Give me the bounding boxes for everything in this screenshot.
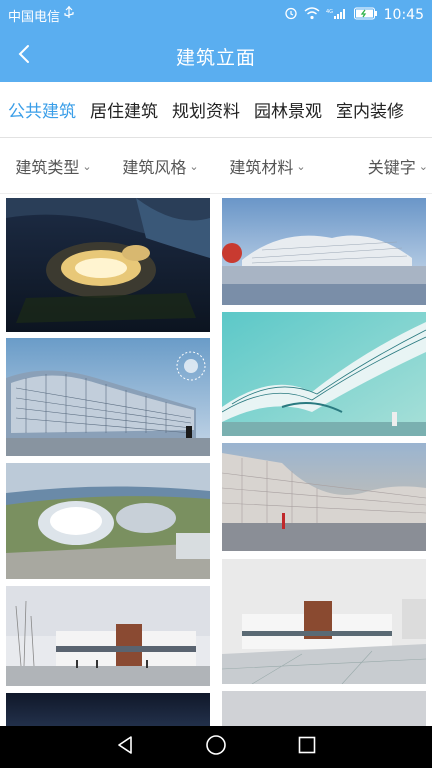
teal-wave-canopy-image[interactable] <box>222 312 426 436</box>
nav-home-button[interactable] <box>196 727 236 767</box>
alarm-icon <box>284 6 298 24</box>
nav-back-button[interactable] <box>105 727 145 767</box>
tab-residential-buildings[interactable]: 居住建筑 <box>82 82 164 137</box>
riverside-complex-aerial-image[interactable] <box>6 463 210 579</box>
chevron-down-icon: ⌄ <box>296 160 306 173</box>
back-arrow-icon <box>17 44 31 68</box>
night-sky-partial-image[interactable] <box>6 693 210 726</box>
grey-sky-partial-image[interactable] <box>222 691 426 726</box>
fireworks-shell-pavilion-image[interactable] <box>6 338 210 456</box>
filter-bar: 建筑类型 ⌄ 建筑风格 ⌄ 建筑材料 ⌄ 关键字 ⌄ <box>0 138 432 194</box>
clock-time: 10:45 <box>383 7 424 23</box>
filter-label: 建筑风格 <box>122 157 187 177</box>
image-gallery <box>0 196 432 726</box>
tab-landscape[interactable]: 园林景观 <box>246 82 328 137</box>
category-tabs: 公共建筑 居住建筑 规划资料 园林景观 室内装修 <box>0 82 432 138</box>
tab-public-buildings[interactable]: 公共建筑 <box>0 82 82 137</box>
usb-icon <box>64 6 74 24</box>
filter-keyword[interactable]: 关键字 ⌄ <box>321 154 432 178</box>
nav-home-icon <box>205 734 227 760</box>
night-stadium-aerial-image[interactable] <box>6 198 210 332</box>
white-cultural-center-image[interactable] <box>6 586 210 686</box>
chevron-down-icon: ⌄ <box>82 160 92 173</box>
back-button[interactable] <box>10 42 38 70</box>
svg-text:4G: 4G <box>326 9 333 15</box>
wifi-icon <box>304 6 320 24</box>
signal-icon: 4G <box>326 7 348 24</box>
filter-label: 关键字 <box>367 157 416 177</box>
carrier-label: 中国电信 <box>8 9 61 25</box>
pixel-facade-wave-image[interactable] <box>222 443 426 551</box>
system-navigation-bar <box>0 726 432 768</box>
nav-back-icon <box>116 735 134 759</box>
battery-icon <box>353 7 378 24</box>
filter-building-style[interactable]: 建筑风格 ⌄ <box>107 154 214 178</box>
status-bar: 中国电信 4G 10:45 <box>0 0 432 30</box>
nav-recent-icon <box>298 736 316 758</box>
filter-label: 建筑材料 <box>229 157 294 177</box>
lattice-shell-building-image[interactable] <box>222 198 426 305</box>
nav-recent-button[interactable] <box>287 727 327 767</box>
tab-planning-materials[interactable]: 规划资料 <box>164 82 246 137</box>
filter-building-material[interactable]: 建筑材料 ⌄ <box>214 154 321 178</box>
chevron-down-icon: ⌄ <box>418 160 428 173</box>
chevron-down-icon: ⌄ <box>189 160 199 173</box>
filter-building-type[interactable]: 建筑类型 ⌄ <box>0 154 107 178</box>
tower-block-plaza-image[interactable] <box>222 559 426 684</box>
page-title: 建筑立面 <box>175 46 256 69</box>
filter-label: 建筑类型 <box>15 157 80 177</box>
title-bar: 建筑立面 <box>0 30 432 82</box>
tab-interior-decoration[interactable]: 室内装修 <box>328 82 410 137</box>
